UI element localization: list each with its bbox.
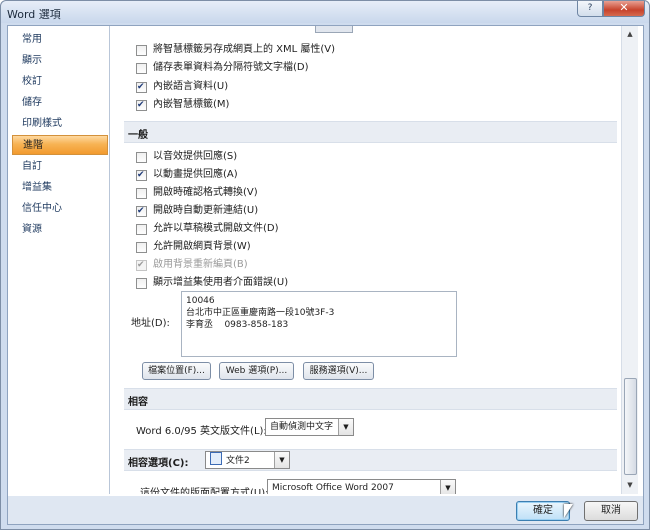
option-label: 內嵌智慧標籤(M) [153, 99, 230, 110]
address-textarea[interactable]: 10046 台北市中正區重慶南路一段10號3F-3 李育丞 0983-858-1… [181, 291, 457, 357]
mouse-cursor-icon [564, 504, 573, 518]
checkbox[interactable] [136, 188, 147, 199]
layout-label: 這份文件的版面配置方式(U): [140, 488, 269, 494]
layout-dropdown[interactable]: Microsoft Office Word 2007 ▼ [267, 479, 456, 494]
nav-item-trust-center[interactable]: 信任中心 [12, 199, 108, 219]
checkbox[interactable] [136, 45, 147, 56]
section-title: 一般 [128, 130, 148, 141]
horizontal-scroll-thumb[interactable] [315, 26, 353, 33]
nav-item-customize[interactable]: 自訂 [12, 157, 108, 177]
checkbox[interactable] [136, 203, 147, 219]
section-title: 相容 [128, 397, 148, 408]
vertical-scrollbar[interactable]: ▲ ▼ [621, 26, 638, 494]
compat-options-bar: 相容選項(C): [124, 449, 617, 471]
checkbox[interactable] [136, 79, 147, 95]
chevron-down-icon: ▼ [440, 480, 455, 494]
word-version-label: Word 6.0/95 英文版文件(L): [136, 426, 267, 437]
nav-item-display[interactable]: 顯示 [12, 51, 108, 71]
dialog-body: 常用 顯示 校訂 儲存 印刷樣式 進階 自訂 增益集 信任中心 資源 將智慧標籤… [7, 25, 644, 525]
option-label: 以動畫提供回應(A) [153, 169, 238, 180]
dropdown-value: 自動偵測中文字 [270, 422, 334, 432]
scroll-up-icon[interactable]: ▲ [622, 26, 638, 42]
word-version-dropdown[interactable]: 自動偵測中文字 ▼ [265, 418, 354, 436]
option-label: 允許開啟網頁背景(W) [153, 241, 251, 252]
window-title: Word 選項 [7, 8, 61, 21]
compat-document-dropdown[interactable]: 文件2 ▼ [205, 451, 290, 469]
option-label: 儲存表單資料為分隔符號文字檔(D) [153, 62, 309, 73]
file-locations-button[interactable]: 檔案位置(F)... [142, 362, 211, 380]
chevron-down-icon: ▼ [274, 452, 289, 468]
ok-button[interactable]: 確定 [516, 501, 570, 521]
address-label: 地址(D): [131, 318, 170, 329]
checkbox[interactable] [136, 167, 147, 183]
scroll-down-icon[interactable]: ▼ [622, 477, 638, 493]
checkbox[interactable] [136, 242, 147, 253]
checkbox[interactable] [136, 97, 147, 113]
checkbox-disabled [136, 257, 147, 273]
option-label: 將智慧標籤另存成網頁上的 XML 屬性(V) [153, 44, 336, 55]
nav-item-general[interactable]: 常用 [12, 30, 108, 50]
nav-item-print-style[interactable]: 印刷樣式 [12, 114, 108, 134]
nav-item-proofing[interactable]: 校訂 [12, 72, 108, 92]
settings-pane: 將智慧標籤另存成網頁上的 XML 屬性(V) 儲存表單資料為分隔符號文字檔(D)… [112, 26, 617, 494]
options-dialog: Word 選項 ? ✕ 常用 顯示 校訂 儲存 印刷樣式 進階 自訂 增益集 信… [0, 0, 650, 530]
option-label: 顯示增益集使用者介面錯誤(U) [153, 277, 289, 288]
checkbox[interactable] [136, 278, 147, 289]
nav-item-advanced[interactable]: 進階 [12, 135, 108, 155]
checkbox[interactable] [136, 63, 147, 74]
section-header-general: 一般 [124, 121, 617, 143]
title-bar: Word 選項 ? ✕ [1, 1, 649, 23]
help-button[interactable]: ? [577, 1, 603, 17]
checkbox[interactable] [136, 152, 147, 163]
dropdown-value: Microsoft Office Word 2007 [272, 483, 394, 493]
web-options-button[interactable]: Web 選項(P)... [219, 362, 294, 380]
dropdown-value: 文件2 [226, 456, 250, 466]
checkbox[interactable] [136, 224, 147, 235]
category-nav: 常用 顯示 校訂 儲存 印刷樣式 進階 自訂 增益集 信任中心 資源 [8, 26, 110, 494]
option-label: 開啟時自動更新連結(U) [153, 205, 259, 216]
service-options-button[interactable]: 服務選項(V)... [303, 362, 374, 380]
cancel-button[interactable]: 取消 [584, 501, 638, 521]
nav-item-save[interactable]: 儲存 [12, 93, 108, 113]
option-label: 以音效提供回應(S) [153, 151, 238, 162]
option-label: 允許以草稿模式開啟文件(D) [153, 223, 279, 234]
section-header-compat: 相容 [124, 388, 617, 410]
nav-item-resources[interactable]: 資源 [12, 220, 108, 240]
section-title: 相容選項(C): [128, 458, 189, 469]
option-label: 開啟時確認格式轉換(V) [153, 187, 258, 198]
option-label: 啟用背景重新編頁(B) [153, 259, 248, 270]
chevron-down-icon: ▼ [338, 419, 353, 435]
document-icon [210, 452, 222, 465]
option-label: 內嵌語言資料(U) [153, 81, 229, 92]
close-button[interactable]: ✕ [603, 1, 645, 17]
scroll-thumb[interactable] [624, 378, 637, 475]
nav-item-addins[interactable]: 增益集 [12, 178, 108, 198]
